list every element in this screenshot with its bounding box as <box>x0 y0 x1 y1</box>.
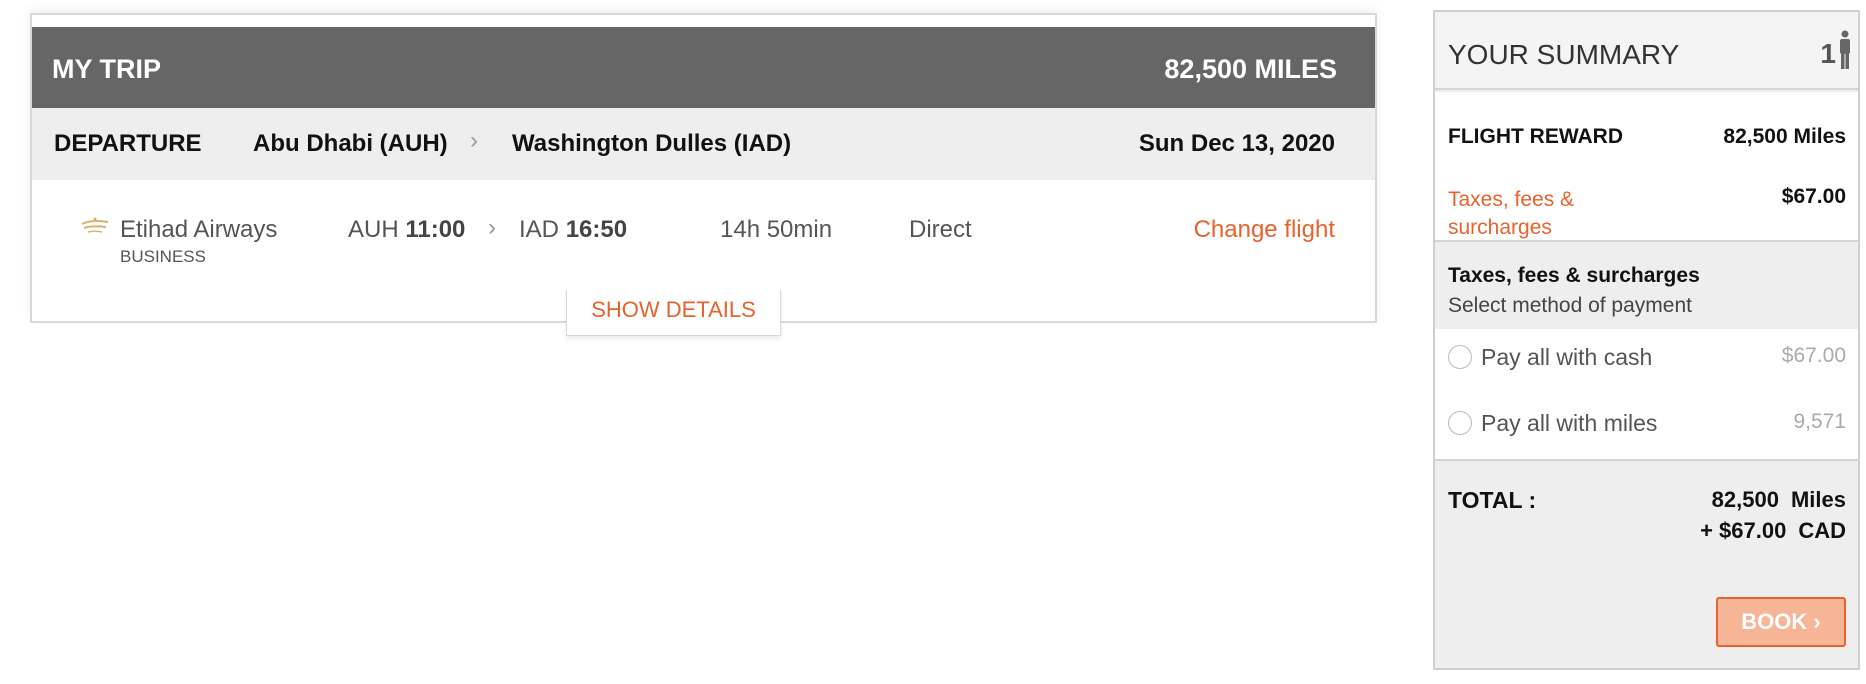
departure-time: AUH 11:00 <box>348 216 465 244</box>
option-amount: $67.00 <box>1781 344 1846 367</box>
passenger-count: 1 <box>1820 38 1836 69</box>
total-cash-unit: CAD <box>1798 518 1846 543</box>
departure-origin: Abu Dhabi (AUH) <box>253 130 448 157</box>
departure-date: Sun Dec 13, 2020 <box>1138 130 1335 157</box>
airline-name: Etihad Airways <box>120 216 278 243</box>
to-time: 16:50 <box>565 216 628 243</box>
payment-title: Taxes, fees & surcharges <box>1448 264 1700 287</box>
show-details-button[interactable]: SHOW DETAILS <box>566 290 781 336</box>
payment-method-header: Taxes, fees & surcharges Select method o… <box>1435 244 1858 329</box>
taxes-fees-value: $67.00 <box>1781 185 1846 208</box>
trip-header: MY TRIP 82,500 MILES <box>32 27 1375 108</box>
taxes-fees-link[interactable]: Taxes, fees & surcharges <box>1448 186 1618 242</box>
departure-destination: Washington Dulles (IAD) <box>512 130 792 157</box>
to-code: IAD <box>519 216 560 243</box>
total-cash-value: + $67.00 <box>1700 518 1787 543</box>
flight-reward-value: 82,500 Miles <box>1723 125 1846 148</box>
total-label: TOTAL : <box>1448 487 1537 513</box>
reward-box: FLIGHT REWARD 82,500 Miles Taxes, fees &… <box>1435 92 1858 242</box>
chevron-right-icon: › <box>488 214 496 241</box>
flight-duration: 14h 50min <box>720 216 833 243</box>
total-miles-value: 82,500 <box>1711 487 1779 512</box>
flight-stops: Direct <box>909 216 972 243</box>
trip-total-miles: 82,500 MILES <box>1164 54 1337 84</box>
payment-options: Pay all with cash $67.00 Pay all with mi… <box>1435 329 1858 461</box>
pay-with-miles-option[interactable]: Pay all with miles 9,571 <box>1435 395 1858 451</box>
chevron-right-icon: › <box>470 127 478 154</box>
etihad-logo-icon <box>81 217 109 233</box>
cabin-class: BUSINESS <box>120 247 206 266</box>
total-cash: + $67.00 CAD <box>1700 518 1846 544</box>
option-amount: 9,571 <box>1793 410 1846 433</box>
total-miles: 82,500 Miles <box>1712 487 1846 513</box>
summary-header: YOUR SUMMARY 1 <box>1435 12 1858 90</box>
departure-row: DEPARTURE Abu Dhabi (AUH) › Washington D… <box>32 108 1375 180</box>
option-label: Pay all with miles <box>1481 410 1658 436</box>
change-flight-link[interactable]: Change flight <box>1194 216 1335 244</box>
summary-title: YOUR SUMMARY <box>1448 39 1680 70</box>
option-label: Pay all with cash <box>1481 344 1653 370</box>
flight-segment: Etihad Airways BUSINESS AUH 11:00 › IAD … <box>32 180 1375 285</box>
from-time: 11:00 <box>405 216 466 243</box>
trip-card: MY TRIP 82,500 MILES DEPARTURE Abu Dhabi… <box>30 13 1377 323</box>
total-miles-unit: Miles <box>1790 487 1846 512</box>
radio-button[interactable] <box>1448 411 1472 435</box>
departure-label: DEPARTURE <box>54 130 202 157</box>
payment-subtitle: Select method of payment <box>1448 294 1692 317</box>
summary-panel: YOUR SUMMARY 1 FLIGHT REWARD 82,500 Mile… <box>1433 10 1860 670</box>
pay-with-cash-option[interactable]: Pay all with cash $67.00 <box>1435 329 1858 385</box>
flight-reward-label: FLIGHT REWARD <box>1448 125 1623 148</box>
person-icon <box>1840 30 1850 69</box>
from-code: AUH <box>348 216 399 243</box>
radio-button[interactable] <box>1448 345 1472 369</box>
book-button[interactable]: BOOK › <box>1716 597 1846 647</box>
arrival-time: IAD 16:50 <box>519 216 627 244</box>
trip-title: MY TRIP <box>52 54 162 84</box>
